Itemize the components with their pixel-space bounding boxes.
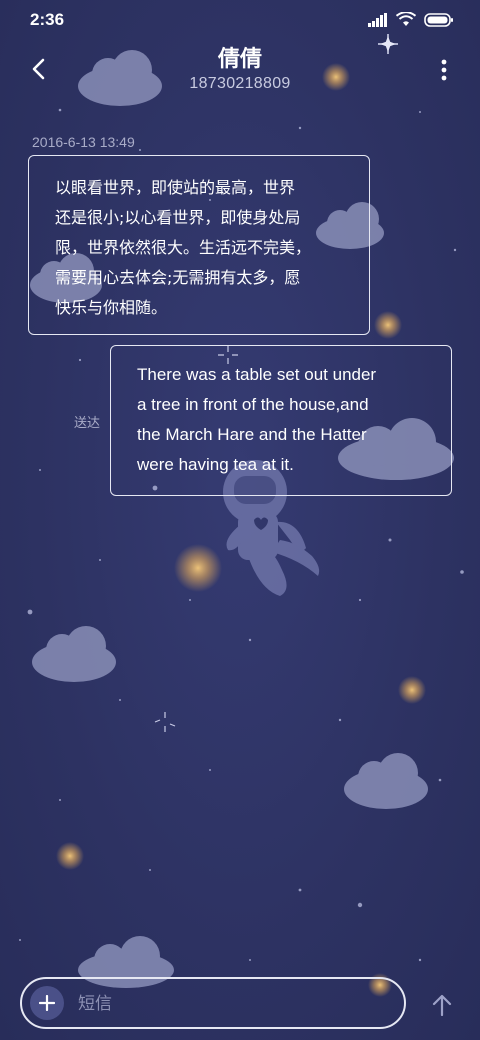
incoming-message-text: 以眼看世界，即使站的最高，世界 还是很小;以心看世界，即使身处局 限，世界依然很… — [55, 178, 312, 317]
status-bar: 2:36 — [0, 0, 480, 40]
wifi-icon — [396, 12, 416, 26]
incoming-message-bubble[interactable]: 以眼看世界，即使站的最高，世界 还是很小;以心看世界，即使身处局 限，世界依然很… — [28, 155, 370, 335]
more-options-button[interactable] — [434, 56, 454, 84]
message-timestamp: 2016-6-13 13:49 — [32, 134, 135, 150]
more-vertical-icon — [441, 59, 447, 81]
outgoing-message-bubble[interactable]: There was a table set out under a tree i… — [110, 345, 452, 496]
delivery-status: 送达 — [74, 416, 101, 431]
sms-input[interactable] — [76, 987, 380, 1021]
contact-name: 倩倩 — [217, 47, 262, 72]
add-attachment-button[interactable] — [30, 986, 64, 1020]
conversation-header: 倩倩 18730218809 — [0, 40, 480, 100]
arrow-up-icon — [432, 994, 452, 1016]
outgoing-message-text: There was a table set out under a tree i… — [137, 365, 377, 474]
status-time: 2:36 — [30, 10, 65, 29]
plus-icon — [39, 995, 55, 1011]
signal-icon — [368, 12, 387, 27]
contact-title: 倩倩 18730218809 — [0, 46, 480, 94]
message-composer — [20, 977, 406, 1029]
contact-phone: 18730218809 — [189, 75, 291, 92]
send-button[interactable] — [426, 988, 458, 1022]
battery-icon — [424, 12, 453, 27]
